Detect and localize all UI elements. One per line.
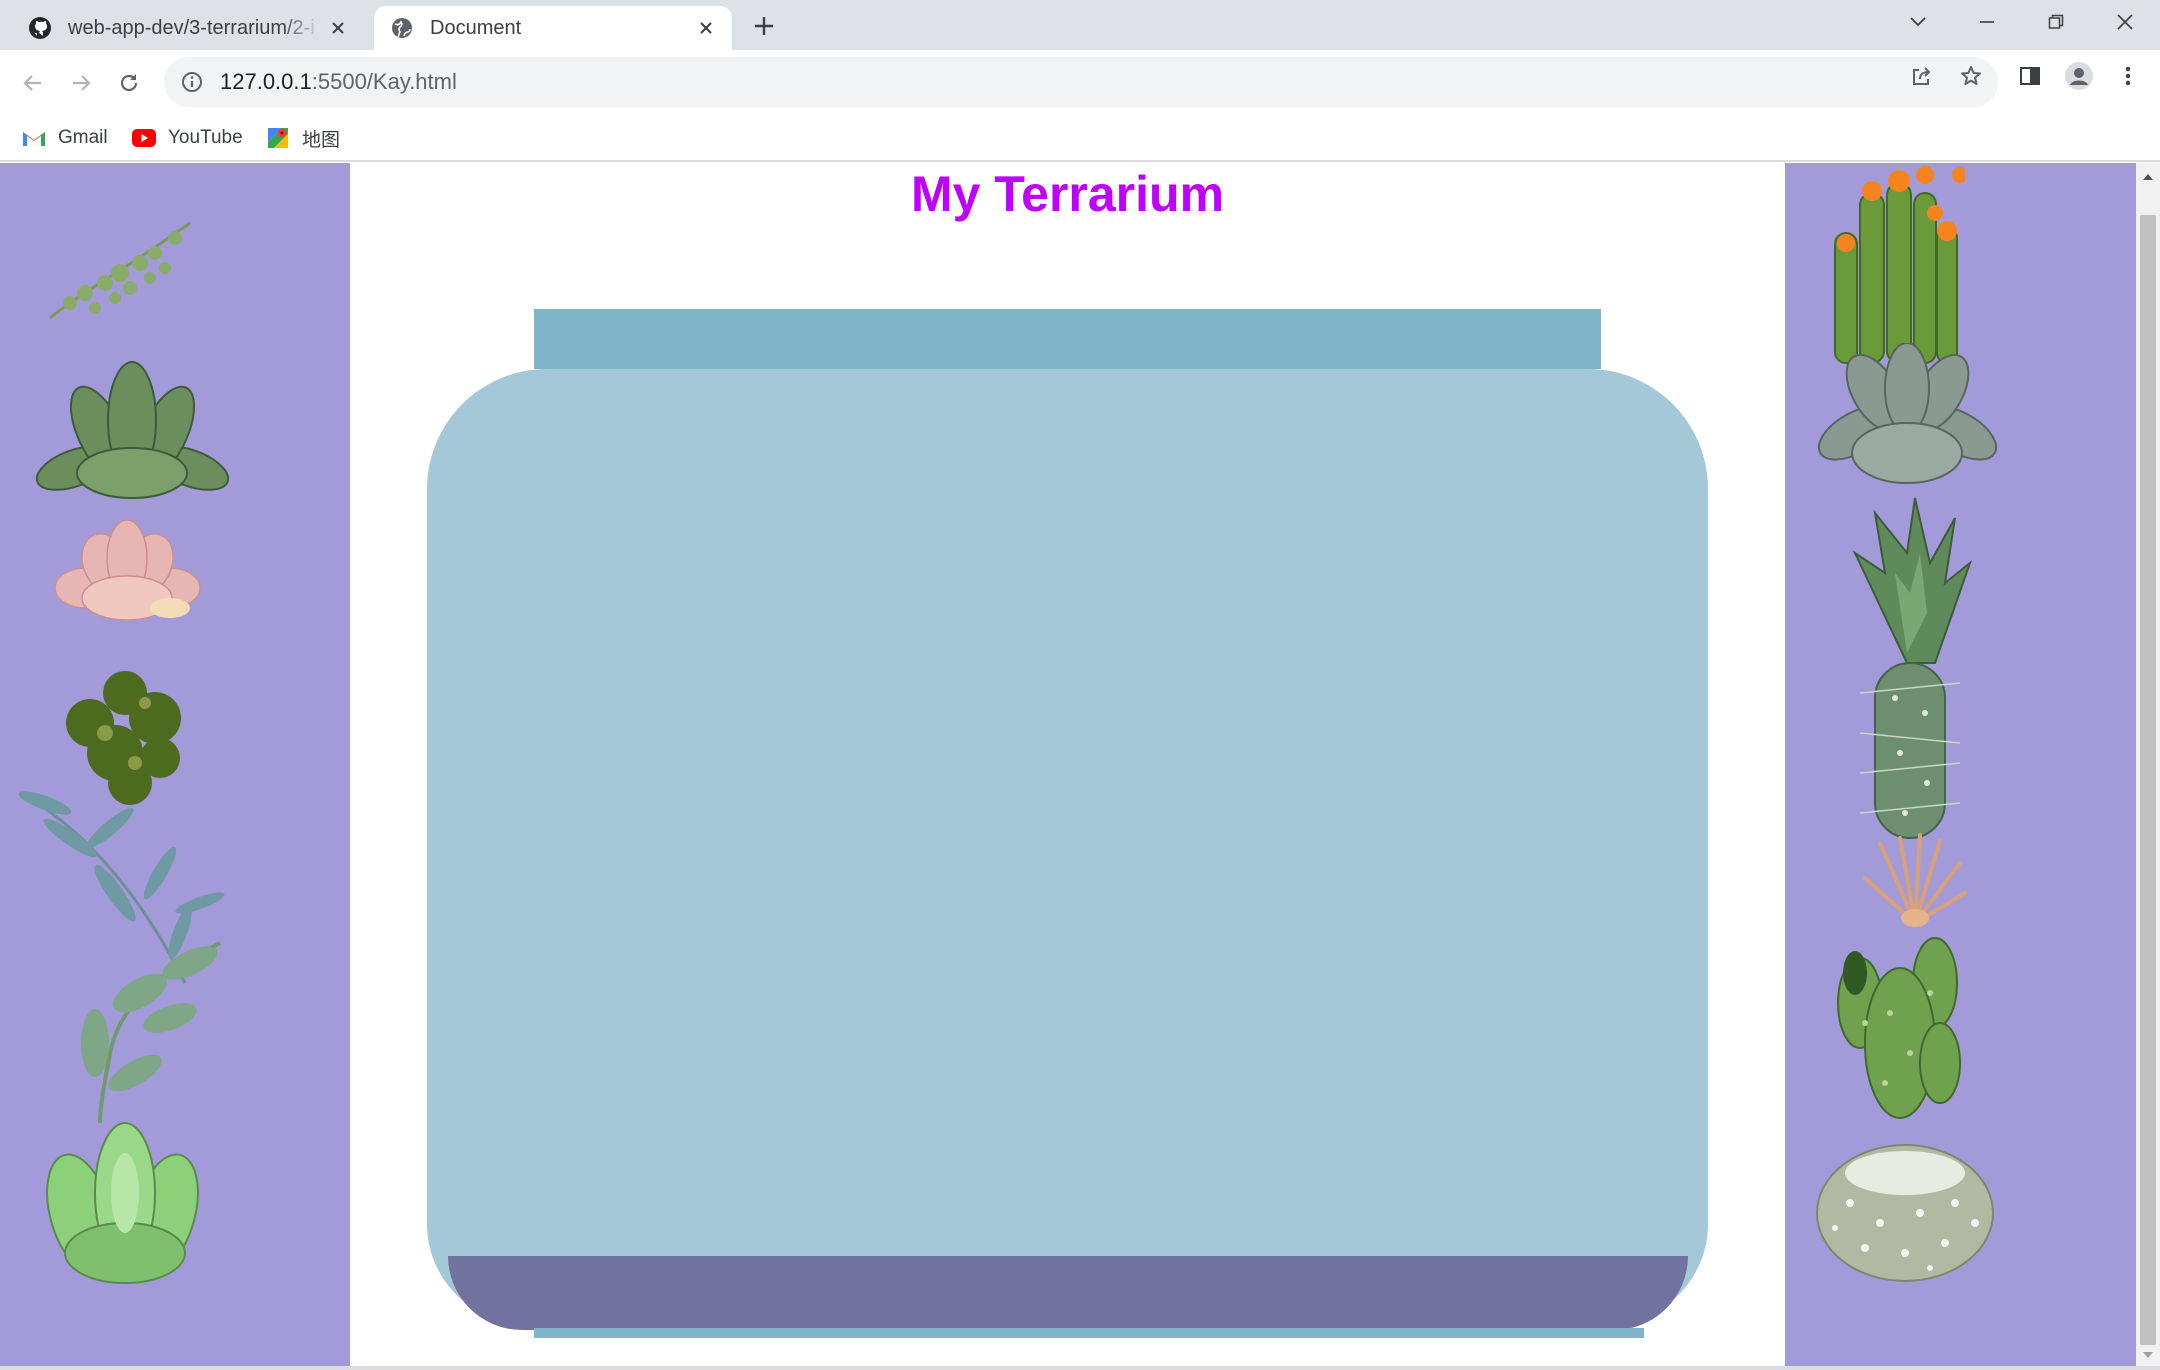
- browser-toolbar: 127.0.0.1:5500/Kay.html: [0, 50, 2160, 116]
- side-panel-icon: [2020, 67, 2040, 85]
- page-viewport: My Terrarium: [0, 163, 2136, 1366]
- close-icon: [2117, 14, 2133, 30]
- left-plant-panel: [0, 163, 350, 1366]
- arrow-right-icon: [73, 75, 91, 91]
- tab-title: web-app-dev/3-terrarium/2-i: [68, 16, 315, 39]
- green-succulent-icon[interactable]: [35, 358, 230, 508]
- close-tab-icon[interactable]: [688, 10, 724, 46]
- reload-icon: [120, 74, 138, 92]
- tab-document[interactable]: Document: [374, 6, 732, 50]
- tab-search-button[interactable]: [1888, 2, 1948, 42]
- avatar-icon: [2065, 62, 2093, 90]
- jar-body: [427, 369, 1708, 1324]
- round-white-cactus-icon[interactable]: [1810, 1133, 2000, 1283]
- jar-bottom: [534, 1328, 1644, 1338]
- bookmark-label: YouTube: [168, 127, 243, 148]
- column-cactus-icon[interactable]: [1855, 653, 1965, 843]
- url-path: :5500/Kay.html: [311, 69, 457, 94]
- bookmark-maps[interactable]: 地图: [266, 124, 340, 152]
- vertical-scrollbar[interactable]: [2136, 163, 2160, 1366]
- share-icon: [1913, 67, 1931, 85]
- air-plant-icon[interactable]: [1860, 833, 1970, 928]
- silver-succulent-icon[interactable]: [1815, 343, 2000, 493]
- side-panel-button[interactable]: [2012, 58, 2048, 94]
- bookmark-label: 地图: [302, 129, 341, 151]
- menu-button[interactable]: [2110, 58, 2146, 94]
- close-tab-icon[interactable]: [320, 10, 356, 46]
- bookmark-gmail[interactable]: Gmail: [22, 124, 108, 152]
- url-host: 127.0.0.1: [220, 69, 312, 94]
- restore-icon: [2048, 14, 2064, 29]
- bookmark-youtube[interactable]: YouTube: [132, 124, 243, 152]
- plus-icon: [755, 17, 773, 35]
- close-window-button[interactable]: [2095, 2, 2155, 42]
- globe-icon: [392, 18, 412, 38]
- github-icon: [29, 17, 51, 39]
- back-button[interactable]: [14, 64, 52, 102]
- spiky-aloe-icon[interactable]: [1835, 493, 1980, 668]
- minimize-button[interactable]: [1957, 2, 2017, 42]
- youtube-icon: [132, 129, 156, 147]
- info-icon[interactable]: [180, 70, 204, 94]
- minimize-icon: [1980, 21, 1994, 23]
- jar-top: [534, 309, 1601, 369]
- reload-button[interactable]: [110, 64, 148, 102]
- profile-button[interactable]: [2061, 58, 2097, 94]
- jar-dirt: [448, 1256, 1688, 1330]
- address-bar[interactable]: 127.0.0.1:5500/Kay.html: [164, 57, 1998, 107]
- right-plant-panel: [1785, 163, 2136, 1366]
- star-icon: [1961, 66, 1981, 85]
- arrow-left-icon: [23, 75, 41, 91]
- scroll-thumb[interactable]: [2140, 215, 2156, 1345]
- trailing-plant-icon[interactable]: [40, 213, 200, 323]
- gmail-icon: [23, 132, 45, 146]
- page-title: My Terrarium: [910, 166, 1225, 222]
- forward-button[interactable]: [62, 64, 100, 102]
- share-button[interactable]: [1904, 58, 1940, 94]
- ivy-vine-icon[interactable]: [40, 933, 240, 1123]
- paddle-cactus-icon[interactable]: [1830, 933, 1970, 1133]
- jade-succulent-icon[interactable]: [40, 1113, 205, 1288]
- bookmark-label: Gmail: [58, 127, 108, 148]
- flowering-cactus-icon[interactable]: [1825, 163, 1965, 373]
- tab-github[interactable]: web-app-dev/3-terrarium/2-i: [14, 6, 364, 50]
- new-tab-button[interactable]: [748, 10, 780, 42]
- bookmark-star-button[interactable]: [1953, 58, 1989, 94]
- maps-icon: [268, 128, 288, 148]
- restore-button[interactable]: [2026, 2, 2086, 42]
- chevron-down-icon: [1910, 17, 1926, 27]
- bookmarks-bar: Gmail YouTube 地图: [0, 116, 2160, 162]
- tab-title: Document: [430, 16, 522, 39]
- scroll-up-icon[interactable]: [2142, 171, 2154, 183]
- tab-strip: web-app-dev/3-terrarium/2-i Document: [0, 0, 2160, 50]
- scroll-down-icon[interactable]: [2142, 1349, 2154, 1361]
- url-text: 127.0.0.1:5500/Kay.html: [220, 69, 457, 95]
- window-bottom-border: [0, 1366, 2160, 1370]
- pink-succulent-icon[interactable]: [50, 513, 205, 628]
- more-vert-icon: [2125, 66, 2131, 86]
